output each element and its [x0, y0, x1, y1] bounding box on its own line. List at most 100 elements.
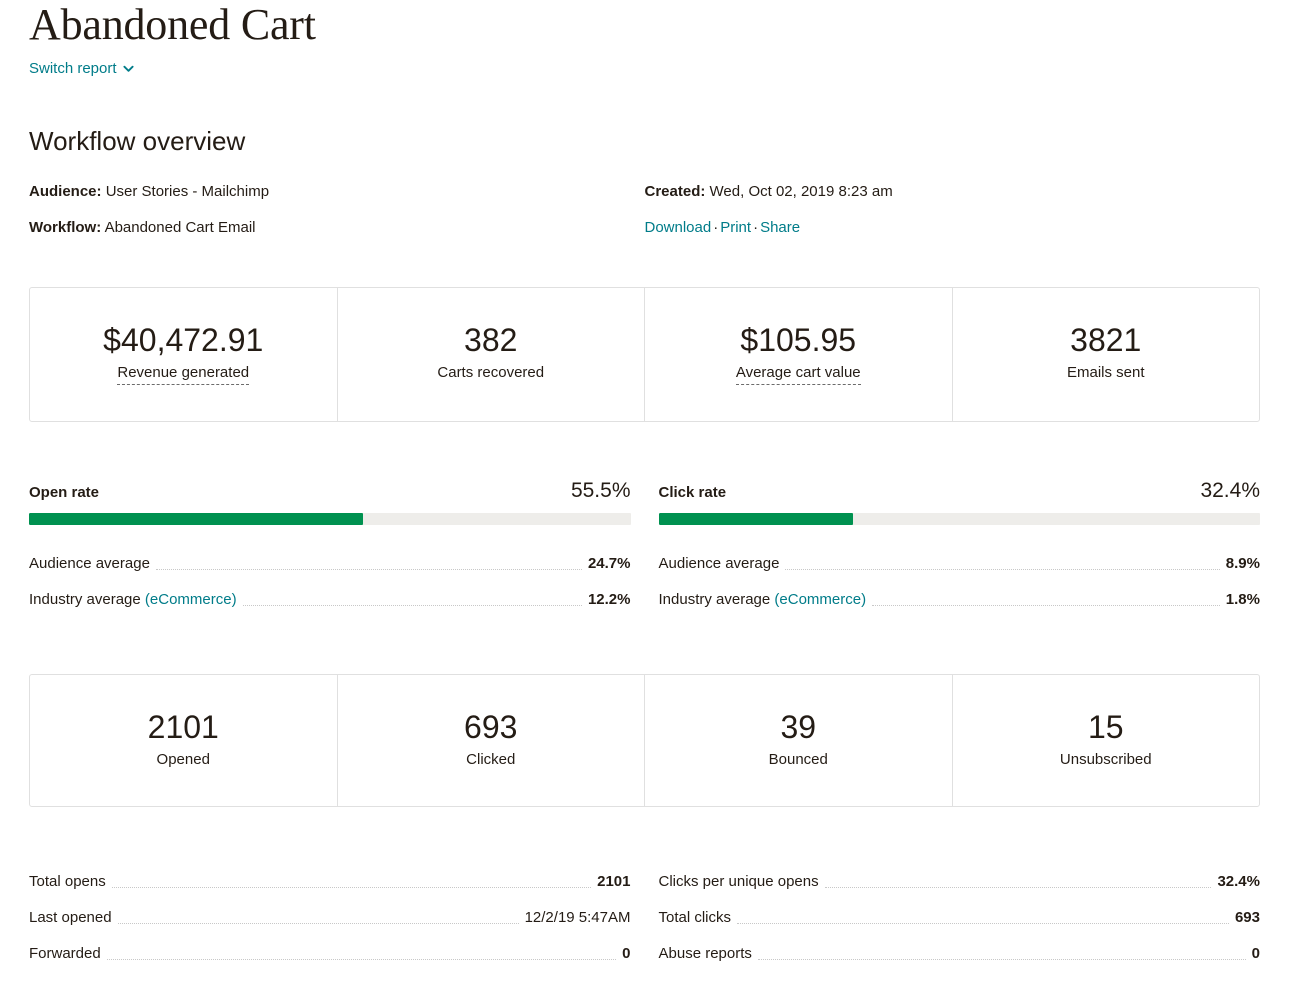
- chevron-down-icon: [123, 63, 134, 74]
- created-line: Created: Wed, Oct 02, 2019 8:23 am: [645, 181, 1261, 203]
- details-column-right: Clicks per unique opens 32.4% Total clicks…: [659, 864, 1261, 972]
- stat-card: $40,472.91 Revenue generated: [30, 288, 338, 421]
- details-column-left: Total opens 2101 Last opened 12/2/19 5:47AM…: [29, 864, 631, 972]
- stat-label: Carts recovered: [437, 363, 544, 383]
- detail-value: 12/2/19 5:47AM: [525, 907, 631, 929]
- rate-header: Click rate32.4%: [659, 479, 1261, 503]
- stat-value: 382: [348, 321, 635, 359]
- rate-average-row: Industry average (eCommerce)12.2%: [29, 582, 631, 618]
- share-link[interactable]: Share: [760, 219, 800, 236]
- switch-report-label: Switch report: [29, 59, 117, 79]
- stat-value: 39: [655, 708, 942, 746]
- stat-value: 15: [963, 708, 1250, 746]
- stat-card: 382 Carts recovered: [338, 288, 646, 421]
- detail-row: Last opened 12/2/19 5:47AM: [29, 900, 631, 936]
- detail-row: Total clicks 693: [659, 900, 1261, 936]
- rate-average-value: 24.7%: [588, 553, 631, 575]
- leader-dots: [156, 569, 582, 570]
- stat-label-wrap: Unsubscribed: [963, 746, 1250, 770]
- workflow-value: Abandoned Cart Email: [105, 219, 256, 236]
- rate-block: Open rate 55.5% Audience average 24.7% Indus…: [29, 479, 631, 618]
- detail-label: Total clicks: [659, 907, 732, 929]
- report-page: Abandoned Cart Switch report Workflow ov…: [0, 0, 1289, 996]
- audience-line: Audience: User Stories - Mailchimp: [29, 181, 645, 203]
- stat-value: 693: [348, 708, 635, 746]
- rate-average-label: Audience average: [29, 553, 150, 575]
- page-title: Abandoned Cart: [29, 0, 1260, 50]
- stat-label-wrap: Revenue generated: [40, 359, 327, 385]
- print-link[interactable]: Print: [720, 219, 751, 236]
- created-value: Wed, Oct 02, 2019 8:23 am: [710, 183, 893, 200]
- rate-block: Click rate32.4%Audience average8.9%Indus…: [659, 479, 1261, 618]
- rate-average-label: Industry average (eCommerce): [29, 589, 237, 611]
- rate-progress-fill: [659, 513, 854, 525]
- detail-label: Total opens: [29, 871, 106, 893]
- leader-dots: [243, 605, 582, 606]
- detail-value: 0: [622, 943, 630, 965]
- section-title: Workflow overview: [29, 79, 1260, 157]
- download-link[interactable]: Download: [645, 219, 712, 236]
- stat-card: 3821 Emails sent: [953, 288, 1260, 421]
- leader-dots: [825, 887, 1212, 888]
- detail-label: Last opened: [29, 907, 112, 929]
- stat-label[interactable]: Revenue generated: [117, 363, 249, 385]
- stat-value: $40,472.91: [40, 321, 327, 359]
- rate-average-list: Audience average8.9%Industry average (eC…: [659, 546, 1261, 618]
- detail-value: 693: [1235, 907, 1260, 929]
- stat-label[interactable]: Average cart value: [736, 363, 861, 385]
- rate-average-label: Industry average (eCommerce): [659, 589, 867, 611]
- rate-percent: 55.5%: [571, 479, 631, 503]
- leader-dots: [872, 605, 1220, 606]
- industry-category-link[interactable]: (eCommerce): [145, 591, 237, 608]
- rate-average-label: Audience average: [659, 553, 780, 575]
- audience-label: Audience:: [29, 183, 102, 200]
- stat-card: 15 Unsubscribed: [953, 675, 1260, 806]
- rate-average-row: Industry average (eCommerce) 1.8%: [659, 582, 1261, 618]
- stat-label-wrap: Bounced: [655, 746, 942, 770]
- detail-row: Abuse reports0: [659, 936, 1261, 972]
- detail-label: Forwarded: [29, 943, 101, 965]
- report-actions: Download·Print·Share: [645, 217, 1261, 239]
- detail-row: Total opens 2101: [29, 864, 631, 900]
- rate-progress-track: [29, 513, 631, 525]
- secondary-stats-row: 2101 Opened 693Clicked 39Bounced 15 Unsubscri…: [29, 674, 1260, 807]
- primary-stats-row: $40,472.91 Revenue generated 382 Carts reco…: [29, 287, 1260, 422]
- rate-percent: 32.4%: [1200, 479, 1260, 503]
- stat-value: 2101: [40, 708, 327, 746]
- stat-label-wrap: Opened: [40, 746, 327, 770]
- leader-dots: [118, 923, 519, 924]
- rate-average-row: Audience average 24.7%: [29, 546, 631, 582]
- rate-name: Open rate: [29, 483, 99, 503]
- leader-dots: [112, 887, 591, 888]
- stat-value: 3821: [963, 321, 1250, 359]
- leader-dots: [737, 923, 1229, 924]
- switch-report-link[interactable]: Switch report: [29, 59, 134, 79]
- stat-label-wrap: Clicked: [348, 746, 635, 770]
- action-separator-1: ·: [711, 219, 720, 236]
- detail-label: Clicks per unique opens: [659, 871, 819, 893]
- rate-average-value: 1.8%: [1226, 589, 1260, 611]
- detail-row: Clicks per unique opens 32.4%: [659, 864, 1261, 900]
- stat-label: Opened: [157, 750, 210, 770]
- detail-label: Abuse reports: [659, 943, 752, 965]
- leader-dots: [785, 569, 1219, 570]
- audience-value: User Stories - Mailchimp: [106, 183, 269, 200]
- created-label: Created:: [645, 183, 706, 200]
- stat-label-wrap: Emails sent: [963, 359, 1250, 383]
- detail-value: 2101: [597, 871, 630, 893]
- action-separator-2: ·: [751, 219, 760, 236]
- report-meta: Audience: User Stories - Mailchimp Workf…: [29, 181, 1260, 239]
- stat-label: Unsubscribed: [1060, 750, 1152, 770]
- stat-card: 39Bounced: [645, 675, 953, 806]
- stat-label-wrap: Average cart value: [655, 359, 942, 385]
- rate-average-row: Audience average8.9%: [659, 546, 1261, 582]
- leader-dots: [758, 959, 1246, 960]
- detail-value: 32.4%: [1217, 871, 1260, 893]
- workflow-line: Workflow: Abandoned Cart Email: [29, 217, 645, 239]
- leader-dots: [107, 959, 616, 960]
- rate-average-list: Audience average 24.7% Industry average (e…: [29, 546, 631, 618]
- spacer-before-primary-stats: [29, 239, 1260, 287]
- stat-label: Emails sent: [1067, 363, 1145, 383]
- industry-category-link[interactable]: (eCommerce): [774, 591, 866, 608]
- detail-row: Forwarded 0: [29, 936, 631, 972]
